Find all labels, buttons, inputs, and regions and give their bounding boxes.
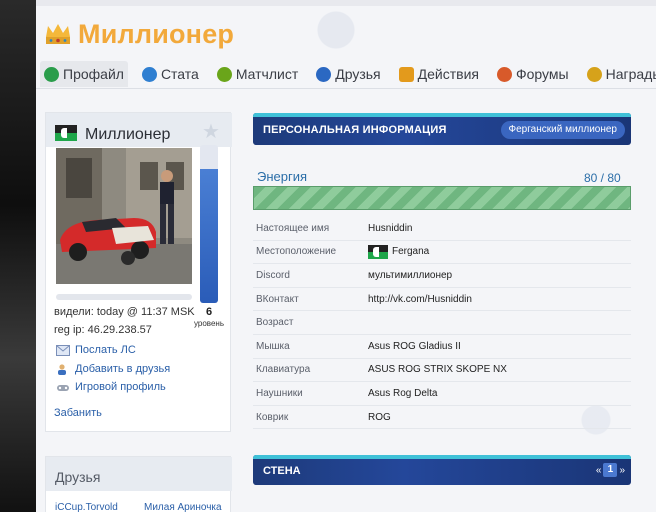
page-header: Миллионер (44, 16, 234, 52)
table-row: Discord мультимиллионер (253, 264, 631, 288)
tab-forums[interactable]: Форумы (493, 61, 573, 87)
level-number: 6 (205, 306, 213, 318)
location-text: Fergana (392, 246, 430, 258)
friends-title: Друзья (55, 469, 101, 485)
table-row: Возраст (253, 311, 631, 335)
people-icon (316, 66, 332, 82)
favorite-star-icon[interactable]: ★ (202, 119, 220, 144)
tab-friends[interactable]: Друзья (312, 61, 384, 87)
level-bar-fill (200, 168, 218, 303)
tab-actions[interactable]: Действия (395, 61, 483, 87)
info-value: Husniddin (368, 222, 413, 234)
friends-card: Друзья iCCup.Torvold Милая Ариночка (45, 456, 232, 512)
chat-icon (496, 66, 512, 82)
tab-label: Стата (160, 66, 199, 82)
registration-ip: reg ip: 46.29.238.57 (54, 324, 152, 336)
personal-info-table: Настоящее имя Husniddin Местоположение F… (253, 217, 631, 430)
avatar (56, 148, 192, 284)
energy-bar (253, 186, 631, 210)
tab-label: Профайл (63, 66, 124, 82)
info-value: Asus ROG Gladius II (368, 340, 461, 352)
tab-awards[interactable]: Награды (583, 61, 656, 87)
info-value: Asus Rog Delta (368, 387, 438, 399)
level-bar (200, 145, 218, 303)
table-row: Настоящее имя Husniddin (253, 217, 631, 241)
info-value: http://vk.com/Husniddin (368, 293, 472, 305)
last-seen: видели: today @ 11:37 MSK (54, 306, 195, 318)
info-value: ASUS ROG STRIX SKOPE NX (368, 364, 507, 376)
info-icon (141, 66, 157, 82)
background-art (0, 0, 36, 512)
level-label: уровень (193, 319, 224, 328)
info-key: Местоположение (256, 246, 337, 258)
status-badge: Ферганский миллионер (500, 121, 625, 139)
info-key: ВКонтакт (256, 293, 299, 305)
profile-card: Миллионер ★ 6 уровень видели: today @ 11… (45, 112, 232, 432)
add-friend-label: Добавить в друзья (75, 363, 171, 375)
send-message-link[interactable]: Послать ЛС (56, 344, 136, 356)
game-profile-link[interactable]: Игровой профиль (56, 381, 166, 393)
tab-label: Награды (605, 66, 656, 82)
username: Миллионер (85, 126, 171, 143)
tab-profile[interactable]: Профайл (40, 61, 128, 87)
wall-pagination: « 1 » (596, 463, 625, 477)
tab-label: Матчлист (235, 66, 299, 82)
table-row: Наушники Asus Rog Delta (253, 382, 631, 406)
add-user-icon (58, 363, 66, 375)
table-row: Коврик ROG (253, 406, 631, 430)
tab-matchlist[interactable]: Матчлист (213, 61, 302, 87)
game-profile-label: Игровой профиль (75, 381, 166, 393)
friend-link[interactable]: iCCup.Torvold (55, 502, 118, 512)
energy-value: 80 / 80 (584, 171, 621, 185)
uzbekistan-flag-icon (55, 125, 77, 141)
profile-tabs: Профайл Стата Матчлист Друзья Действия Ф… (36, 61, 656, 87)
info-key: Мышка (256, 340, 290, 352)
ban-link[interactable]: Забанить (54, 407, 102, 419)
table-row: Мышка Asus ROG Gladius II (253, 335, 631, 359)
tab-label: Форумы (515, 66, 569, 82)
tabs-divider (36, 88, 656, 89)
next-page-button[interactable]: » (619, 465, 625, 476)
wall-title: СТЕНА (263, 465, 301, 477)
prev-page-button[interactable]: « (596, 465, 602, 476)
wall-banner: СТЕНА « 1 » (253, 455, 631, 485)
info-key: Наушники (256, 387, 303, 399)
radiation-icon (216, 66, 232, 82)
page-title: Миллионер (78, 18, 235, 49)
info-value-location: Fergana (368, 244, 430, 259)
profile-page: Миллионер Профайл Стата Матчлист Друзья … (36, 0, 656, 512)
table-row: Местоположение Fergana (253, 241, 631, 265)
table-row: ВКонтакт http://vk.com/Husniddin (253, 288, 631, 312)
personal-info-title: ПЕРСОНАЛЬНАЯ ИНФОРМАЦИЯ (263, 124, 447, 136)
table-row: Клавиатура ASUS ROG STRIX SKOPE NX (253, 359, 631, 383)
info-value: мультимиллионер (368, 269, 453, 281)
envelope-icon (56, 344, 70, 356)
personal-info-banner: ПЕРСОНАЛЬНАЯ ИНФОРМАЦИЯ Ферганский милли… (253, 113, 631, 145)
crown-icon (44, 23, 72, 45)
medal-icon (586, 66, 602, 82)
info-key: Возраст (256, 317, 294, 329)
tab-label: Друзья (335, 66, 381, 82)
add-friend-link[interactable]: Добавить в друзья (56, 363, 170, 375)
current-page[interactable]: 1 (603, 463, 618, 477)
uzbekistan-flag-icon (368, 244, 388, 259)
send-message-label: Послать ЛС (75, 344, 136, 356)
tab-stats[interactable]: Стата (138, 61, 203, 87)
top-strip (36, 0, 656, 6)
info-key: Коврик (256, 411, 289, 423)
info-key: Клавиатура (256, 364, 311, 376)
tab-label: Действия (417, 66, 479, 82)
info-value: ROG (368, 411, 391, 423)
notebook-icon (398, 66, 414, 82)
energy-bar-fill (254, 187, 630, 209)
avatar-progress-track (56, 294, 192, 300)
info-key: Discord (256, 269, 290, 281)
friend-link[interactable]: Милая Ариночка (144, 502, 222, 512)
game-profile-icon (57, 384, 69, 391)
smiley-icon (44, 66, 59, 82)
energy-label: Энергия (257, 169, 308, 184)
info-key: Настоящее имя (256, 222, 330, 234)
